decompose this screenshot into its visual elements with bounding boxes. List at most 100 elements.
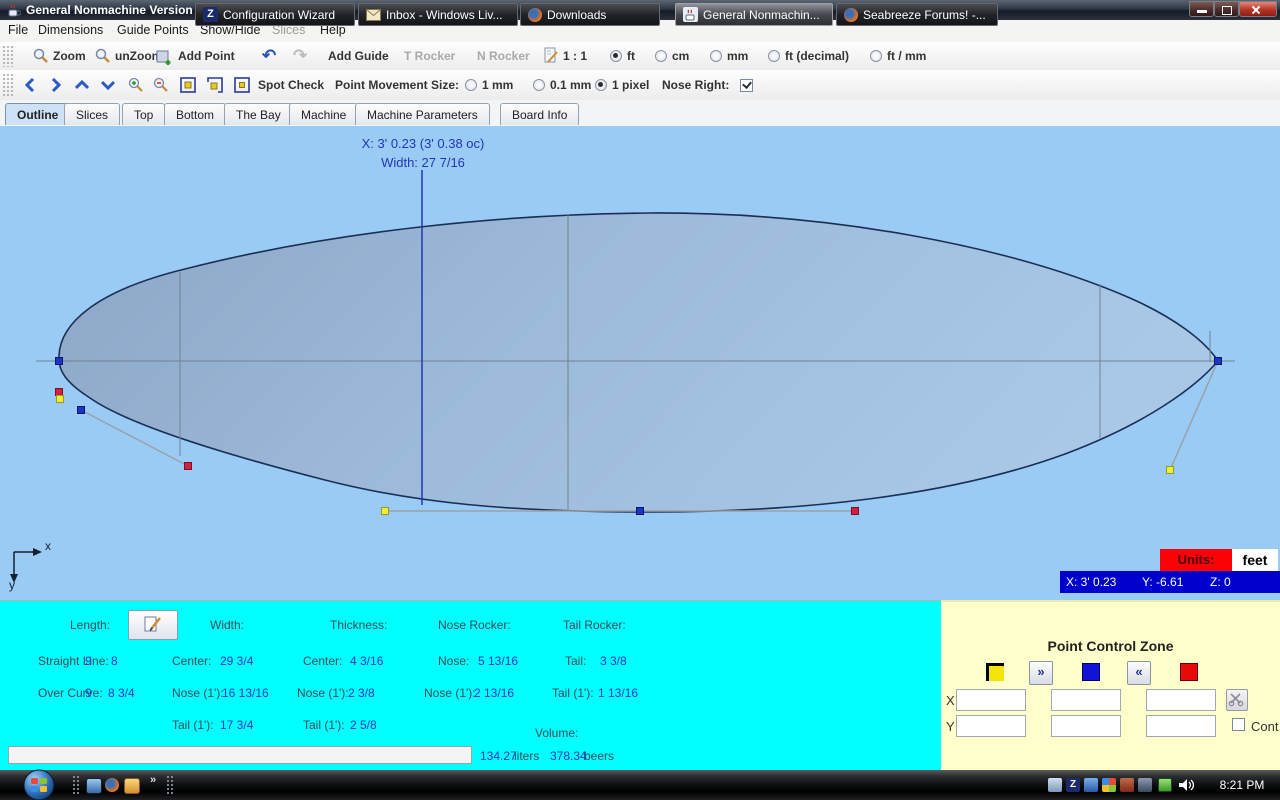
pan-up-icon[interactable] xyxy=(75,78,89,92)
task-configuration-wizard[interactable]: Z Configuration Wizard xyxy=(195,3,355,26)
tab-outline[interactable]: Outline xyxy=(5,103,70,125)
zoom-button[interactable]: Zoom xyxy=(53,49,86,63)
blue-point-swatch[interactable] xyxy=(1082,663,1100,681)
outline-canvas[interactable]: X: 3' 0.23 (3' 0.38 oc) Width: 27 7/16 x… xyxy=(0,126,1280,600)
taskband-grip[interactable] xyxy=(166,775,174,795)
tab-machine[interactable]: Machine xyxy=(289,103,358,125)
movement-label-01mm[interactable]: 0.1 mm xyxy=(550,78,591,92)
tray-update-icon[interactable] xyxy=(1084,778,1098,792)
tray-language-icon[interactable] xyxy=(1138,778,1152,792)
prev-point-button[interactable]: « xyxy=(1127,661,1151,685)
pcz-x-input-3[interactable] xyxy=(1146,689,1216,711)
width-nose1-value[interactable]: 16 13/16 xyxy=(222,686,269,700)
add-point-button[interactable]: Add Point xyxy=(178,49,235,63)
unit-label-ft-mm[interactable]: ft / mm xyxy=(887,49,926,63)
unit-radio-ft-decimal[interactable] xyxy=(768,50,780,62)
tab-the-bay[interactable]: The Bay xyxy=(224,103,293,125)
task-inbox-windows-live[interactable]: Inbox - Windows Liv... xyxy=(358,3,518,26)
nose-rocker-nose1-value[interactable]: 2 13/16 xyxy=(474,686,514,700)
task-seabreeze-forums[interactable]: Seabreeze Forums! -... xyxy=(836,3,998,26)
toolbar-grip-2[interactable] xyxy=(2,73,13,97)
unit-label-ft-decimal[interactable]: ft (decimal) xyxy=(785,49,849,63)
movement-radio-01mm[interactable] xyxy=(533,79,545,91)
movement-label-1mm[interactable]: 1 mm xyxy=(482,78,513,92)
task-downloads[interactable]: Downloads xyxy=(520,3,660,26)
tray-volume-icon[interactable] xyxy=(1178,778,1194,792)
width-tail1-value[interactable]: 17 3/4 xyxy=(220,718,253,732)
taskbar-clock[interactable]: 8:21 PM xyxy=(1210,778,1274,792)
yellow-point-swatch[interactable] xyxy=(986,663,1004,681)
control-point-red[interactable] xyxy=(56,389,63,396)
cut-point-button[interactable] xyxy=(1226,689,1248,711)
toolbar-grip[interactable] xyxy=(2,45,13,67)
nose-right-checkbox[interactable] xyxy=(740,79,753,92)
firefox-quicklaunch-icon[interactable] xyxy=(105,778,119,792)
width-center-value[interactable]: 29 3/4 xyxy=(220,654,253,668)
add-guide-button[interactable]: Add Guide xyxy=(328,49,389,63)
task-general-nonmachine[interactable]: General Nonmachin... xyxy=(675,3,833,26)
menu-dimensions[interactable]: Dimensions xyxy=(38,23,103,37)
center-view-icon[interactable] xyxy=(234,77,250,93)
edit-dimensions-button[interactable] xyxy=(128,610,178,640)
tray-z-icon[interactable]: Z xyxy=(1066,778,1080,792)
quicklaunch-grip[interactable] xyxy=(72,775,80,795)
tray-audio-device-icon[interactable] xyxy=(1120,778,1134,792)
board-outline-shape[interactable] xyxy=(59,213,1218,512)
fit-view-icon[interactable] xyxy=(180,77,196,93)
menu-file[interactable]: File xyxy=(8,23,28,37)
unit-radio-cm[interactable] xyxy=(655,50,667,62)
next-point-button[interactable]: » xyxy=(1029,661,1053,685)
thickness-nose1-value[interactable]: 2 3/8 xyxy=(348,686,375,700)
pcz-y-input-3[interactable] xyxy=(1146,715,1216,737)
cont-checkbox[interactable] xyxy=(1232,718,1245,731)
control-point-blue[interactable] xyxy=(1215,358,1222,365)
straight-line-in[interactable]: 8 xyxy=(111,654,118,668)
control-point-yellow[interactable] xyxy=(57,396,64,403)
movement-label-1pixel[interactable]: 1 pixel xyxy=(612,78,649,92)
tray-battery-icon[interactable] xyxy=(1158,778,1172,792)
pan-down-icon[interactable] xyxy=(101,78,115,92)
undo-icon[interactable]: ↶ xyxy=(262,46,276,66)
over-curve-in[interactable]: 8 3/4 xyxy=(108,686,135,700)
tab-top[interactable]: Top xyxy=(122,103,165,125)
scale-ratio-label[interactable]: 1 : 1 xyxy=(563,49,587,63)
tab-board-info[interactable]: Board Info xyxy=(500,103,579,125)
over-curve-ft[interactable]: 9 xyxy=(85,686,92,700)
units-value[interactable]: feet xyxy=(1232,549,1278,571)
tab-bottom[interactable]: Bottom xyxy=(164,103,226,125)
pcz-x-input-2[interactable] xyxy=(1051,689,1121,711)
control-point-yellow[interactable] xyxy=(1167,467,1174,474)
zoom-region-icon[interactable] xyxy=(207,77,223,93)
unit-label-ft[interactable]: ft xyxy=(627,49,635,63)
unit-label-mm[interactable]: mm xyxy=(727,49,748,63)
start-button[interactable] xyxy=(22,769,56,800)
control-point-blue[interactable] xyxy=(78,407,85,414)
control-point-blue[interactable] xyxy=(637,508,644,515)
pan-right-icon[interactable] xyxy=(49,78,63,92)
unit-label-cm[interactable]: cm xyxy=(672,49,689,63)
show-desktop-icon[interactable] xyxy=(86,778,102,794)
thickness-tail1-value[interactable]: 2 5/8 xyxy=(350,718,377,732)
unit-radio-ft[interactable] xyxy=(610,50,622,62)
tray-image-icon[interactable] xyxy=(1048,778,1062,792)
tail-value[interactable]: 3 3/8 xyxy=(600,654,627,668)
pcz-y-input-2[interactable] xyxy=(1051,715,1121,737)
menu-guide-points[interactable]: Guide Points xyxy=(117,23,189,37)
tab-machine-parameters[interactable]: Machine Parameters xyxy=(355,103,490,125)
control-point-blue[interactable] xyxy=(56,358,63,365)
mail-quicklaunch-icon[interactable] xyxy=(124,778,140,794)
straight-line-ft[interactable]: 9 xyxy=(85,654,92,668)
pan-left-icon[interactable] xyxy=(23,78,37,92)
minimize-button[interactable] xyxy=(1189,1,1214,17)
quicklaunch-overflow-chevron[interactable]: » xyxy=(150,774,156,786)
close-button[interactable] xyxy=(1239,1,1277,17)
nose-value[interactable]: 5 13/16 xyxy=(478,654,518,668)
thickness-center-value[interactable]: 4 3/16 xyxy=(350,654,383,668)
restore-button[interactable] xyxy=(1214,1,1239,17)
red-point-swatch[interactable] xyxy=(1180,663,1198,681)
movement-radio-1mm[interactable] xyxy=(465,79,477,91)
movement-radio-1pixel[interactable] xyxy=(595,79,607,91)
tray-msconfig-icon[interactable] xyxy=(1102,778,1116,792)
spot-check-button[interactable]: Spot Check xyxy=(258,78,324,92)
pcz-x-input-1[interactable] xyxy=(956,689,1026,711)
